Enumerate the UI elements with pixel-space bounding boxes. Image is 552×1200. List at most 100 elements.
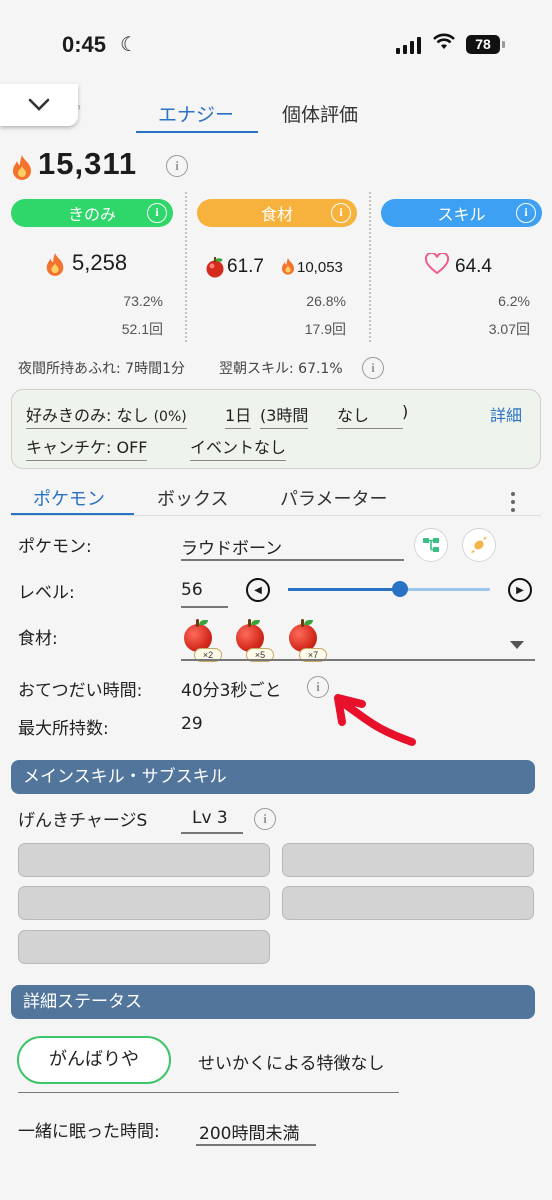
- evolution-tree-button[interactable]: [414, 528, 448, 562]
- candy-button[interactable]: [462, 528, 496, 562]
- apple-icon: ×2: [180, 619, 222, 662]
- sub-skill-slot[interactable]: [282, 886, 534, 920]
- level-slider-fill: [288, 588, 400, 591]
- favorite-berry-label: 好みきのみ: なし: [26, 406, 149, 425]
- skill-label: スキル: [437, 205, 486, 224]
- skill-percent: 6.2%: [498, 293, 530, 309]
- ingredient-label: 食材:: [18, 629, 58, 649]
- battery-indicator: 78: [466, 35, 500, 54]
- flame-icon: [44, 252, 66, 280]
- favorite-berry-select[interactable]: 好みきのみ: なし (0%): [26, 402, 187, 429]
- tree-icon: [423, 538, 439, 552]
- period-select[interactable]: 1日: [225, 402, 252, 429]
- collapse-button[interactable]: [0, 84, 78, 126]
- divider: [185, 192, 187, 342]
- sub-skill-slot[interactable]: [18, 930, 270, 964]
- chevron-down-icon: [28, 98, 50, 111]
- info-icon[interactable]: i: [331, 203, 351, 223]
- level-increase-button[interactable]: ▶: [508, 578, 532, 602]
- pokemon-underline: [181, 559, 404, 561]
- tab-pokemon-underline: [11, 513, 134, 515]
- max-carry-label: 最大所持数:: [18, 719, 109, 739]
- berry-energy: 5,258: [72, 250, 128, 275]
- info-icon[interactable]: i: [516, 203, 536, 223]
- dropdown-arrow-icon[interactable]: [510, 635, 524, 654]
- ingredient-energy: 10,053: [297, 259, 343, 276]
- nature-button[interactable]: がんばりや: [17, 1036, 171, 1084]
- ingredient-pill[interactable]: 食材 i: [197, 199, 357, 227]
- level-input[interactable]: 56: [181, 580, 203, 600]
- apple-icon: ×7: [285, 619, 327, 662]
- nature-underline: [18, 1092, 399, 1093]
- nature-effect: せいかくによる特徴なし: [198, 1054, 385, 1074]
- divider: [369, 192, 371, 342]
- berry-percent: 73.2%: [123, 293, 163, 309]
- event-select[interactable]: イベントなし: [190, 434, 287, 461]
- tab-pokemon[interactable]: ポケモン: [33, 485, 105, 511]
- sleep-time-label: 一緒に眠った時間:: [18, 1122, 160, 1142]
- favorite-berry-percent: (0%): [153, 409, 187, 425]
- berry-count: 52.1回: [121, 321, 163, 337]
- interval-close: ): [402, 402, 409, 421]
- skill-pill[interactable]: スキル i: [381, 199, 542, 227]
- pokemon-select[interactable]: ラウドボーン: [181, 534, 282, 559]
- detail-section-header: 詳細ステータス: [11, 985, 535, 1019]
- sleep-time-underline: [196, 1144, 316, 1146]
- sub-skill-slot[interactable]: [18, 843, 270, 877]
- info-icon[interactable]: i: [147, 203, 167, 223]
- ingredient-amount: 61.7: [227, 256, 264, 277]
- skill-level-underline: [181, 832, 243, 834]
- tab-evaluation[interactable]: 個体評価: [282, 100, 358, 127]
- ingredient-underline: [181, 659, 535, 661]
- candy-icon: [471, 537, 487, 553]
- annotation-arrow: [326, 692, 422, 756]
- berry-label: きのみ: [67, 205, 116, 224]
- wifi-icon: [432, 33, 456, 55]
- heart-icon: [424, 251, 450, 279]
- flame-icon: [280, 257, 296, 279]
- overflow-note: 夜間所持あふれ: 7時間1分: [18, 361, 185, 377]
- pokemon-label: ポケモン:: [18, 537, 92, 557]
- moon-icon: ☾: [120, 32, 138, 56]
- main-skill-select[interactable]: げんきチャージS: [18, 806, 147, 831]
- flame-icon: [10, 154, 34, 184]
- skill-value: 64.4: [455, 256, 492, 277]
- subtab-baseline: [11, 515, 541, 516]
- sleep-time-select[interactable]: 200時間未満: [199, 1119, 299, 1144]
- info-icon[interactable]: i: [362, 357, 384, 379]
- detail-link[interactable]: 詳細: [490, 402, 522, 426]
- main-skill-level-select[interactable]: Lv 3: [192, 808, 228, 828]
- level-decrease-button[interactable]: ◀: [246, 578, 270, 602]
- berry-pill[interactable]: きのみ i: [11, 199, 173, 227]
- info-icon[interactable]: i: [166, 155, 188, 177]
- status-time: 0:45: [62, 32, 107, 57]
- battery-tip: [502, 41, 505, 48]
- apple-icon: ×5: [232, 619, 274, 662]
- candy-ticket-select[interactable]: キャンチケ: OFF: [26, 434, 148, 461]
- sub-skill-slot[interactable]: [18, 886, 270, 920]
- tab-parameter[interactable]: パラメーター: [280, 485, 387, 511]
- help-time-value: 40分3秒ごと: [181, 681, 282, 701]
- help-time-label: おてつだい時間:: [18, 681, 143, 701]
- sub-skill-slot[interactable]: [282, 843, 534, 877]
- interval-mode-select[interactable]: なし: [337, 402, 403, 429]
- tab-box[interactable]: ボックス: [157, 485, 228, 511]
- ingredient-label: 食材: [260, 205, 293, 224]
- tab-energy-underline: [136, 131, 258, 133]
- level-underline: [181, 606, 228, 608]
- morning-skill-note: 翌朝スキル: 67.1%: [219, 361, 343, 377]
- max-carry-value: 29: [181, 714, 203, 734]
- cellular-signal-icon: [396, 36, 421, 54]
- more-menu-icon[interactable]: [511, 492, 515, 512]
- level-label: レベル:: [18, 583, 75, 603]
- total-energy-value: 15,311: [38, 146, 138, 181]
- ingredient-count: 17.9回: [304, 321, 346, 337]
- tab-energy[interactable]: エナジー: [158, 100, 234, 127]
- ingredient-percent: 26.8%: [306, 293, 346, 309]
- skill-section-header: メインスキル・サブスキル: [11, 760, 535, 794]
- apple-icon: [204, 256, 226, 282]
- level-slider-knob[interactable]: [392, 581, 408, 597]
- skill-count: 3.07回: [488, 321, 530, 337]
- info-icon[interactable]: i: [254, 808, 276, 830]
- interval-select[interactable]: (3時間: [260, 402, 309, 429]
